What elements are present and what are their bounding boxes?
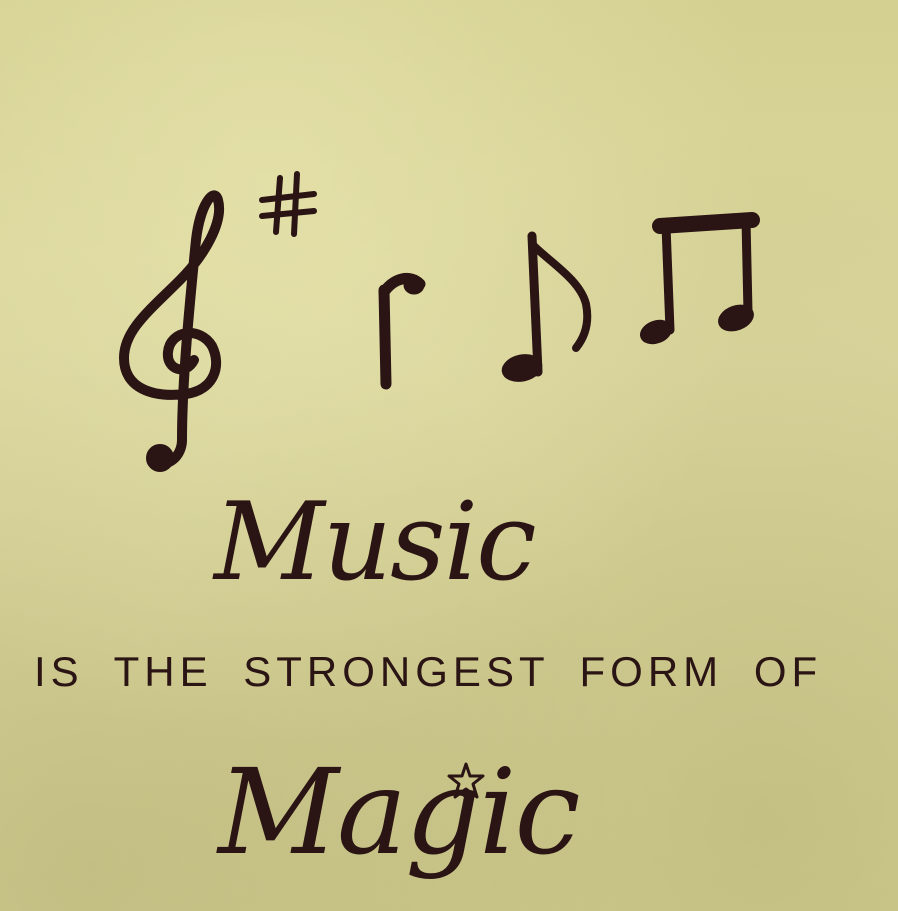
music-word: Music [214, 480, 537, 605]
treble-clef-icon [119, 190, 225, 472]
beamed-notes-icon [640, 212, 760, 345]
eighth-note-icon [501, 231, 592, 382]
caption-line: IS THE STRONGEST FORM OF [34, 648, 823, 695]
sharp-icon [259, 171, 317, 237]
rest-icon [378, 272, 426, 390]
magic-word: Magic [218, 743, 581, 881]
